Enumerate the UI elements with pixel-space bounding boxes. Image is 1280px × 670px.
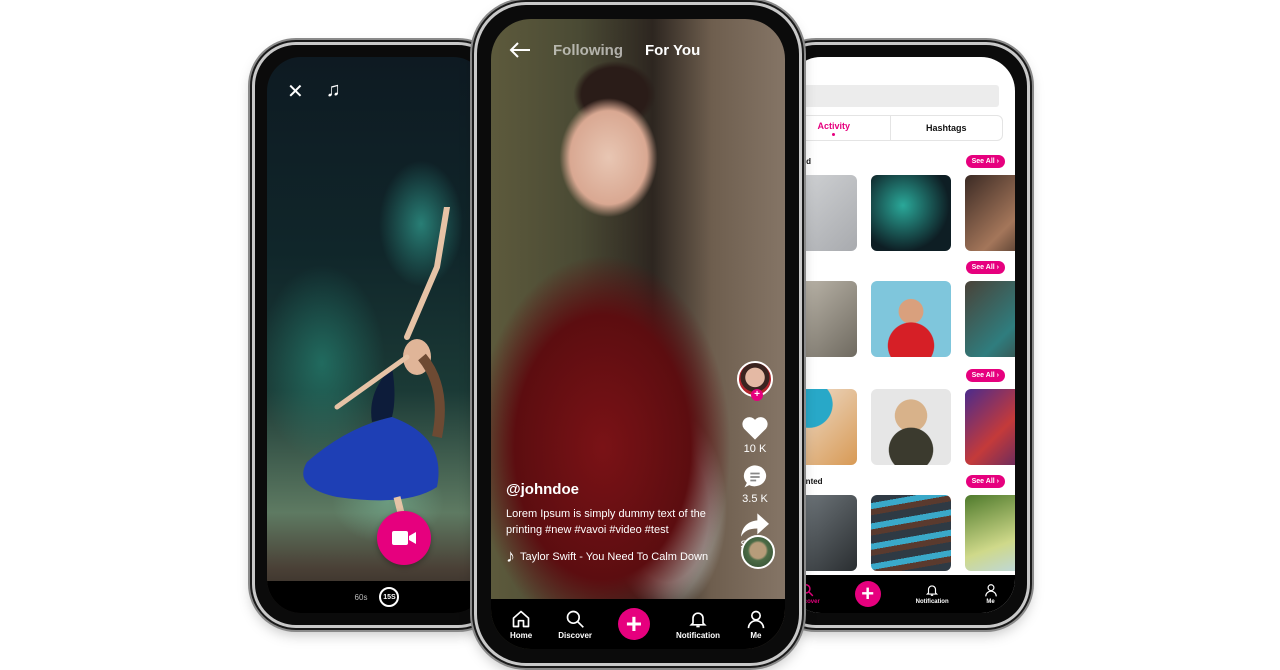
tab-activity[interactable]: Activity (787, 116, 891, 140)
phone-activity-screen: h Activity Hashtags reated See All › (772, 42, 1030, 628)
nav-label: Notification (915, 599, 949, 605)
nav-me[interactable]: Me (984, 583, 998, 605)
video-camera-icon (392, 531, 416, 545)
close-icon[interactable]: ✕ (287, 79, 304, 104)
thumbnail[interactable] (965, 281, 1015, 357)
tab-for-you[interactable]: For You (645, 42, 700, 59)
plus-icon: + (617, 608, 650, 640)
like-count: 10 K (743, 443, 767, 455)
thumbnail[interactable] (871, 175, 951, 251)
nav-notification[interactable]: Notification (916, 583, 949, 605)
nav-home[interactable]: Home (510, 609, 532, 640)
username[interactable]: @johndoe (506, 481, 736, 498)
creator-avatar[interactable]: + (737, 361, 773, 401)
nav-create[interactable]: + (617, 608, 650, 640)
see-all-button[interactable]: See All › (965, 154, 1005, 168)
nav-notification[interactable]: Notification (676, 609, 720, 640)
bottom-nav: Home Discover + Notification Me (491, 599, 785, 649)
see-all-button[interactable]: See All › (965, 368, 1005, 382)
music-title: Taylor Swift - You Need To Calm Down (520, 550, 709, 563)
action-sidebar: + 10 K 3.5 K Share (735, 361, 775, 559)
nav-label: Notification (675, 630, 720, 640)
comment-count: 3.5 K (742, 493, 768, 505)
duration-selected[interactable]: 15S (379, 587, 400, 607)
app-showcase: ✕ ♫ 60s 15S Activity Hashtags See All › … (0, 0, 1280, 670)
post-info: @johndoe Lorem Ipsum is simply dummy tex… (506, 481, 736, 567)
music-disc-avatar[interactable] (741, 535, 775, 569)
nav-me[interactable]: Me (746, 609, 766, 640)
tab-label: Activity (817, 120, 850, 131)
see-all-button[interactable]: See All › (965, 474, 1005, 488)
search-input[interactable]: h (787, 85, 999, 107)
music-note-icon: ♪ (506, 546, 515, 566)
section-saved: ved See All › (787, 367, 1015, 465)
tab-label: Hashtags (925, 123, 967, 133)
search-icon (801, 584, 814, 597)
bell-icon (926, 585, 939, 596)
section-created: reated See All › (787, 153, 1015, 251)
duration-option[interactable]: 60s (355, 593, 368, 602)
nav-label: Discover (558, 630, 592, 640)
music-note-icon[interactable]: ♫ (326, 79, 341, 104)
section-liked: d See All › (787, 259, 1015, 357)
active-dot (832, 132, 836, 136)
post-description: Lorem Ipsum is simply dummy text of the … (506, 508, 706, 536)
comment-icon[interactable] (741, 463, 769, 491)
record-camera-view: ✕ ♫ 60s 15S (267, 57, 487, 613)
user-icon (984, 584, 997, 597)
nav-label: Home (509, 630, 533, 640)
plus-icon: + (854, 581, 881, 607)
share-icon[interactable] (741, 513, 769, 537)
thumbnail[interactable] (871, 281, 951, 357)
thumbnail[interactable] (965, 175, 1015, 251)
nav-label: Me (750, 630, 762, 640)
bottom-nav: Discover + Notification Me (787, 575, 1015, 613)
follow-plus-icon[interactable]: + (751, 389, 763, 401)
phone-feed-screen: Following For You + 10 K 3.5 K Share @jo… (474, 2, 802, 666)
video-feed[interactable]: Following For You + 10 K 3.5 K Share @jo… (491, 19, 785, 649)
see-all-button[interactable]: See All › (965, 260, 1005, 274)
phone-record-screen: ✕ ♫ 60s 15S (252, 42, 502, 628)
thumbnail[interactable] (965, 495, 1015, 571)
dancer-image (303, 207, 450, 537)
thumbnail[interactable] (871, 495, 951, 571)
activity-view: h Activity Hashtags reated See All › (787, 57, 1015, 613)
record-button[interactable] (377, 511, 431, 565)
tab-following[interactable]: Following (553, 42, 623, 59)
nav-create[interactable]: + (854, 581, 881, 607)
search-icon (566, 610, 585, 628)
bell-icon (689, 611, 707, 627)
feed-header: Following For You (509, 41, 700, 59)
nav-label: Me (986, 599, 995, 605)
tab-hashtags[interactable]: Hashtags (891, 116, 1003, 140)
section-commented: mmented See All › (787, 473, 1015, 571)
heart-icon[interactable] (741, 415, 769, 441)
arrow-left-icon[interactable] (509, 41, 531, 59)
music-row[interactable]: ♪ Taylor Swift - You Need To Calm Down (506, 546, 736, 567)
user-icon (747, 610, 765, 628)
thumbnail[interactable] (871, 389, 951, 465)
thumbnail[interactable] (965, 389, 1015, 465)
home-icon (512, 610, 530, 627)
nav-discover[interactable]: Discover (558, 609, 592, 640)
duration-selector: 60s 15S (267, 581, 487, 613)
activity-tabs: Activity Hashtags (787, 115, 1003, 141)
